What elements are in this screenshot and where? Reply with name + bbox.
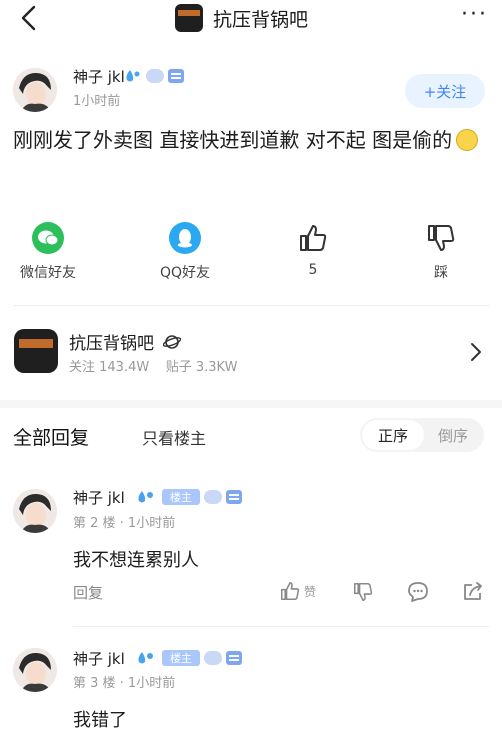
reply-badges: 楼主: [136, 489, 242, 505]
back-arrow-icon[interactable]: [14, 2, 44, 34]
like-count: 5: [308, 262, 318, 278]
thumb-down-icon[interactable]: [352, 581, 374, 603]
author-badges: [124, 68, 184, 84]
op-badge: 楼主: [162, 650, 200, 666]
divider: [13, 305, 489, 306]
thumb-up-icon: [280, 581, 300, 601]
reply-badges: 楼主: [136, 650, 242, 666]
forum-followers: 关注 143.4W: [69, 360, 150, 375]
forum-logo-icon[interactable]: [14, 329, 58, 373]
member-badge-icon: [226, 651, 242, 665]
forum-stats: 关注 143.4W 贴子 3.3KW: [69, 356, 237, 375]
post-text: 刚刚发了外卖图 直接快进到道歉 对不起 图是偷的: [13, 128, 453, 152]
reply-meta: 第 3 楼 · 1小时前: [73, 676, 176, 691]
level-badge-icon: [204, 490, 222, 504]
thumb-up-icon: [300, 225, 327, 251]
water-drop-icon: [126, 70, 140, 82]
level-badge-icon: [146, 69, 164, 83]
level-badge-icon: [204, 651, 222, 665]
page-title: 抗压背锅吧: [213, 8, 309, 31]
comment-icon[interactable]: [407, 581, 429, 603]
section-divider: [0, 400, 502, 408]
avatar[interactable]: [13, 648, 57, 692]
tab-only-op[interactable]: 只看楼主: [142, 425, 206, 449]
top-bar: 抗压背锅吧 ···: [0, 0, 502, 40]
more-menu-icon[interactable]: ···: [461, 2, 488, 27]
reply-text: 我不想连累别人: [73, 550, 199, 571]
post-content: 刚刚发了外卖图 直接快进到道歉 对不起 图是偷的: [13, 124, 483, 157]
share-icon[interactable]: [462, 581, 484, 603]
forum-header[interactable]: 抗压背锅吧: [175, 0, 308, 36]
emoji-icon: [456, 129, 479, 151]
share-qq-button[interactable]: QQ好友: [140, 222, 230, 282]
reply-text: 我错了: [73, 710, 127, 731]
follow-button[interactable]: +关注: [405, 74, 485, 108]
forum-name-row[interactable]: 抗压背锅吧: [69, 329, 182, 354]
thumb-down-icon: [428, 225, 455, 251]
water-drop-icon: [138, 652, 153, 664]
forum-name: 抗压背锅吧: [69, 334, 154, 354]
reply-like-button[interactable]: 赞: [279, 580, 316, 602]
dislike-button[interactable]: 踩: [396, 222, 486, 282]
post-time: 1小时前: [73, 94, 121, 109]
sort-toggle: 正序 倒序: [360, 418, 484, 452]
share-label: QQ好友: [159, 265, 211, 281]
avatar[interactable]: [13, 489, 57, 533]
reply-author[interactable]: 神子 jkl: [73, 487, 125, 508]
share-label: 微信好友: [20, 265, 76, 281]
dislike-label: 踩: [434, 265, 448, 281]
reply-author[interactable]: 神子 jkl: [73, 648, 125, 669]
water-drop-icon: [138, 491, 153, 503]
member-badge-icon: [226, 490, 242, 504]
chevron-right-icon[interactable]: [466, 340, 486, 364]
avatar[interactable]: [13, 68, 57, 112]
like-label: 赞: [304, 584, 317, 599]
reply-button[interactable]: 回复: [73, 582, 103, 603]
share-wechat-button[interactable]: 微信好友: [3, 222, 93, 282]
reply-meta: 第 2 楼 · 1小时前: [73, 516, 176, 531]
forum-logo-icon: [175, 4, 203, 32]
sort-descending-button[interactable]: 倒序: [424, 420, 482, 450]
planet-icon: [163, 335, 182, 349]
tab-all-replies[interactable]: 全部回复: [13, 423, 89, 450]
qq-icon: [169, 222, 201, 254]
like-button[interactable]: 5: [268, 222, 358, 278]
member-badge-icon: [168, 69, 184, 83]
forum-posts: 贴子 3.3KW: [165, 360, 238, 375]
divider: [73, 626, 489, 627]
op-badge: 楼主: [162, 489, 200, 505]
wechat-icon: [32, 222, 64, 254]
sort-ascending-button[interactable]: 正序: [362, 420, 424, 450]
author-name[interactable]: 神子 jkl: [73, 66, 125, 87]
